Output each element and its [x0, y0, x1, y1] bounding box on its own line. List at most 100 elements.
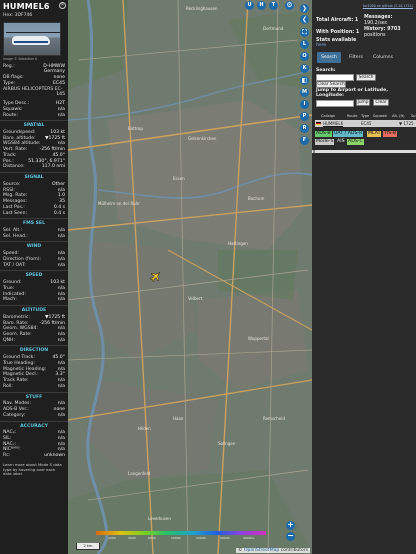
- place-label: Langenfeld: [128, 471, 151, 476]
- map-button-p[interactable]: P: [300, 112, 309, 121]
- tab-bar: Search Filters Columns: [315, 52, 414, 64]
- section-heading-spatial: SPATIAL: [0, 120, 68, 130]
- altitude-tick-label: 2000: [108, 536, 116, 540]
- info-value: n/a: [57, 112, 65, 118]
- photo-credit: Image © Sebastian K: [3, 56, 38, 61]
- column-header-squawk[interactable]: Squawk: [373, 114, 387, 118]
- tab-filters[interactable]: Filters: [345, 52, 367, 63]
- expand-panel-icon[interactable]: ❯: [300, 4, 309, 13]
- info-footer: Learn more about Mode S data type by hov…: [3, 461, 62, 477]
- info-row: Distance: 117.0 nmi: [0, 164, 68, 170]
- column-header-type[interactable]: Type: [361, 114, 369, 118]
- clear-search-button[interactable]: Clear Search: [316, 81, 346, 88]
- info-key: Last Seen:: [3, 210, 28, 216]
- messages-label: Messages:: [364, 15, 393, 20]
- aircraft-info-panel: HUMMEL6 Hex: 3DF746 ✕ Image © Sebastian …: [0, 0, 68, 554]
- info-value: n/a: [57, 297, 65, 303]
- map-button-f[interactable]: F: [300, 136, 309, 145]
- search-input[interactable]: [316, 74, 354, 81]
- jump-label: Jump to Airport or Latitude, Longitude:: [316, 88, 388, 98]
- info-row: Sel. Head.: n/a: [0, 234, 68, 240]
- jump-input[interactable]: [316, 100, 354, 107]
- column-header-altitude[interactable]: Alt. (ft): [392, 114, 405, 118]
- map-button-m[interactable]: M: [300, 88, 309, 97]
- info-value: n/a: [57, 337, 65, 343]
- stats-link[interactable]: here: [316, 43, 326, 48]
- row-type: EC45: [361, 121, 372, 126]
- row-callsign[interactable]: HUMMEL6: [323, 121, 343, 126]
- info-value: n/a: [57, 233, 65, 239]
- altitude-tick-label: 20000: [196, 536, 206, 540]
- map-button-t[interactable]: T: [269, 1, 278, 10]
- version-link[interactable]: tar1090 on github (3.14.1751): [363, 4, 413, 8]
- info-row: Category: n/a: [0, 413, 68, 419]
- map-button-k[interactable]: K: [300, 64, 309, 73]
- section-heading-wind: WIND: [0, 241, 68, 251]
- section-heading-direction: DIRECTION: [0, 345, 68, 355]
- info-key: AIRBUS HELICOPTERS EC-: [3, 86, 63, 92]
- info-value: n/a: [57, 383, 65, 389]
- place-label: Haan: [173, 416, 184, 421]
- map-view[interactable]: Dortmund Recklinghausen Bottrop Gelsenki…: [68, 0, 312, 554]
- info-value: 117.0 nmi: [41, 164, 65, 170]
- column-header-speed[interactable]: Sp: [411, 114, 416, 118]
- legend-adsb[interactable]: ADS-B: [315, 131, 332, 137]
- jump-button[interactable]: Jump: [356, 99, 370, 106]
- column-header-route[interactable]: Route: [347, 114, 357, 118]
- place-label: Gelsenkirchen: [188, 136, 217, 141]
- legend-mlat[interactable]: MLAT: [367, 131, 382, 137]
- search-button[interactable]: Search: [356, 74, 376, 81]
- zoom-in-button[interactable]: +: [286, 521, 295, 530]
- info-rows-container: Reg.: D-HMWW Germany DB flags: none Type: EC45…: [0, 64, 68, 482]
- map-button-i[interactable]: I: [300, 100, 309, 109]
- altitude-tick-label: 30000: [220, 536, 230, 540]
- place-label: Solingen: [218, 441, 236, 446]
- info-header: HUMMEL6 Hex: 3DF746 ✕: [0, 0, 68, 19]
- collapse-icon[interactable]: ❮: [300, 15, 309, 24]
- rotor-shape: [6, 31, 60, 33]
- legend-adsc[interactable]: ADS-C: [347, 139, 364, 145]
- legend-modes[interactable]: Mode-S: [315, 139, 335, 145]
- tab-search[interactable]: Search: [317, 52, 341, 63]
- table-row[interactable]: HUMMEL6 EC45 ▼ 1725: [315, 120, 416, 127]
- fullscreen-icon[interactable]: ⛶: [300, 28, 309, 37]
- aircraft-photo[interactable]: [3, 21, 61, 56]
- altitude-tick-label: 6000: [148, 536, 156, 540]
- attribution-suffix: contributors: [279, 548, 308, 553]
- legend-tisb[interactable]: TIS-B: [383, 131, 397, 137]
- altitude-tick-label: 10000: [171, 536, 181, 540]
- info-key: Category:: [3, 412, 26, 418]
- total-aircraft: Total Aircraft: 1: [316, 18, 359, 23]
- map-button-h[interactable]: H: [257, 1, 266, 10]
- clear-button[interactable]: Clear: [373, 99, 389, 106]
- info-key: Roll:: [3, 383, 13, 389]
- info-key: Rc:: [3, 453, 11, 459]
- map-button-o[interactable]: O: [300, 52, 309, 61]
- place-label: Bochum: [248, 196, 264, 201]
- legend-uat-adsr[interactable]: UAT / ADS-R: [333, 131, 364, 137]
- history-label: History: 9703: [364, 27, 401, 32]
- scrollbar-thumb[interactable]: [313, 150, 315, 153]
- info-key: Distance:: [3, 164, 25, 170]
- settings-gear-icon[interactable]: ⚙: [285, 1, 294, 10]
- section-heading-stuff: STUFF: [0, 391, 68, 402]
- close-icon[interactable]: ✕: [59, 2, 66, 9]
- layers-icon[interactable]: ◧: [300, 76, 309, 85]
- legend-ais[interactable]: AIS: [336, 139, 346, 145]
- map-button-l[interactable]: L: [300, 40, 309, 49]
- info-row: Roll: n/a: [0, 384, 68, 390]
- zoom-out-button[interactable]: −: [286, 532, 295, 541]
- tab-columns[interactable]: Columns: [369, 52, 397, 63]
- osm-link[interactable]: OpenStreetMap: [244, 548, 279, 553]
- section-heading-fms-sel: FMS SEL: [0, 218, 68, 228]
- info-row: Last Seen: 0.4 s: [0, 211, 68, 217]
- info-row: Route: n/a: [0, 113, 68, 119]
- map-button-r[interactable]: R: [300, 124, 309, 133]
- horizontal-scrollbar[interactable]: [312, 150, 416, 153]
- column-header-callsign[interactable]: Callsign: [321, 114, 335, 118]
- altitude-color-legend: [96, 531, 266, 535]
- map-attribution: © OpenStreetMap contributors: [236, 548, 310, 553]
- germany-flag-icon: [316, 122, 321, 125]
- history-positions: positions: [364, 33, 386, 38]
- map-button-u[interactable]: U: [245, 1, 254, 10]
